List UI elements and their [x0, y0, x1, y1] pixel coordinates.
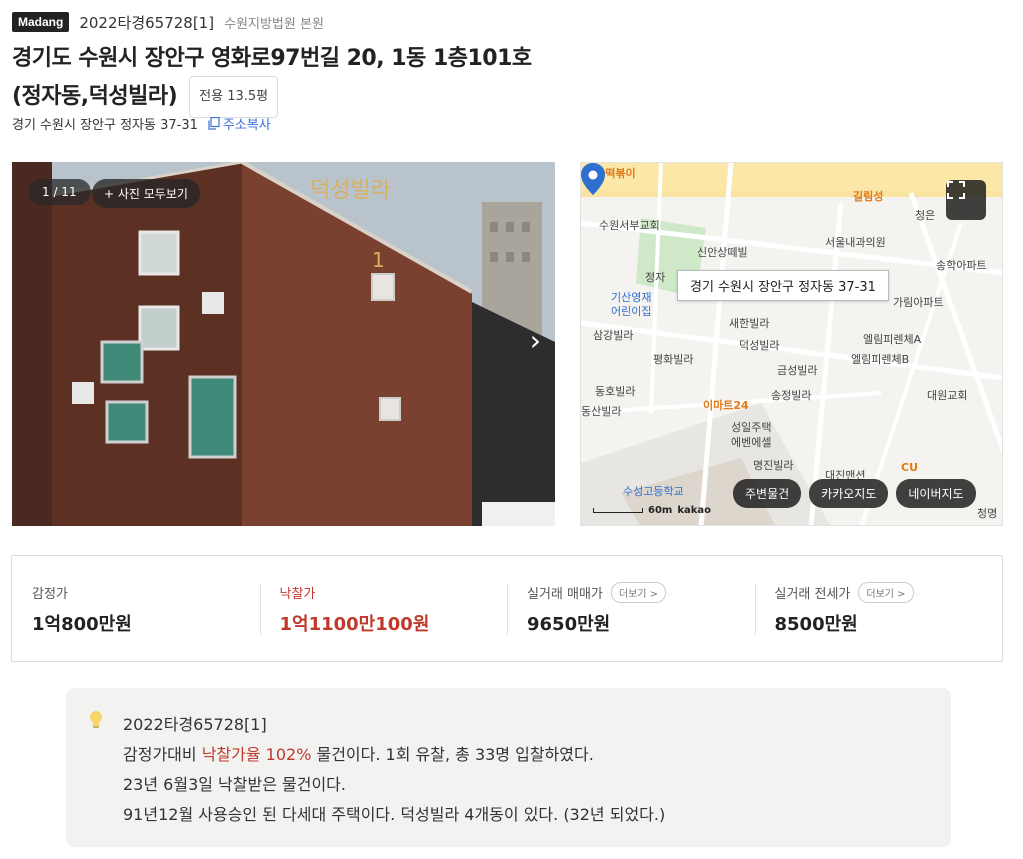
property-photo[interactable]: 덕성빌라 1 1 / 11 + 사진 모두보기 ›: [12, 162, 555, 526]
map-label-jeongja: 정자: [645, 271, 666, 284]
summary-line-1: 2022타경65728[1]: [123, 715, 267, 734]
map-label-emart24: 이마트24: [703, 399, 749, 412]
map-label-garim: 가림아파트: [893, 296, 944, 309]
summary-line-4: 91년12월 사용승인 된 다세대 주택이다. 덕성빌라 4개동이 있다. (3…: [123, 805, 666, 824]
case-number: 2022타경65728[1]: [79, 13, 215, 32]
actual-jeonse-value: 8500만원: [774, 614, 858, 635]
winning-bid-value: 1억1100만100원: [279, 614, 430, 635]
jeonse-more-button[interactable]: 더보기 >: [858, 581, 914, 603]
map-label-songhak: 송학아파트: [936, 259, 987, 272]
map-pin-icon: [581, 163, 605, 195]
winning-bid-label: 낙찰가: [279, 586, 316, 602]
map-label-geumseong: 금성빌라: [777, 364, 818, 377]
jibun-address: 경기 수원시 장안구 정자동 37-31: [12, 118, 198, 133]
map-button-group: 주변물건 카카오지도 네이버지도: [733, 479, 976, 508]
map-label-sinan: 신안상떼빌: [697, 246, 748, 259]
building-sign: 덕성빌라: [310, 178, 391, 203]
case-header: Madang 2022타경65728[1] 수원지방법원 본원: [12, 10, 324, 34]
map-label-dongsan: 동산빌라: [581, 405, 622, 418]
lightbulb-icon: [90, 711, 102, 728]
title-line-2-row: (정자동,덕성빌라) 전용 13.5평: [12, 76, 632, 118]
map-label-cheongeun: 청은: [915, 209, 936, 222]
actual-sale-value: 9650만원: [527, 614, 611, 635]
summary-text: 2022타경65728[1] 감정가대비 낙찰가율 102% 물건이다. 1회 …: [123, 710, 665, 830]
sale-more-button[interactable]: 더보기 >: [610, 581, 667, 603]
auction-summary-box: 2022타경65728[1] 감정가대비 낙찰가율 102% 물건이다. 1회 …: [66, 688, 951, 847]
next-photo-arrow-icon[interactable]: ›: [530, 327, 541, 355]
map-label-pyeonghwa: 평화빌라: [653, 353, 694, 366]
area-tag: 전용 13.5평: [189, 76, 279, 118]
winning-bid-price: 낙찰가 1억1100만100원: [259, 556, 508, 661]
bid-rate-highlight: 낙찰가율 102%: [201, 745, 312, 764]
building-sign-number: 1: [372, 248, 385, 272]
title-line-1: 경기도 수원시 장안구 영화로97번길 20, 1동 1층101호: [12, 46, 532, 71]
appraisal-value: 1억800만원: [32, 614, 132, 635]
naver-map-button[interactable]: 네이버지도: [896, 479, 976, 508]
copy-icon: [208, 116, 220, 130]
map-label-ellim-a: 엘림피렌체A: [863, 333, 922, 346]
expand-icon: [947, 181, 965, 199]
map-label-samgang: 삼강빌라: [593, 329, 634, 342]
map-label-saehan: 새한빌라: [729, 317, 770, 330]
map-label-suseong-high: 수성고등학교: [623, 485, 684, 498]
scale-bar: [593, 508, 643, 513]
map-label-cheongmyeong: 청명: [977, 507, 998, 520]
actual-jeonse-label: 실거래 전세가: [774, 586, 851, 602]
appraisal-label: 감정가: [32, 586, 68, 602]
nearby-items-button[interactable]: 주변물건: [733, 479, 802, 508]
court-name: 수원지방법원 본원: [224, 16, 324, 32]
summary-line-2-pre: 감정가대비: [123, 745, 202, 764]
summary-line-3: 23년 6월3일 낙찰받은 물건이다.: [123, 775, 346, 794]
copy-address-label: 주소복사: [222, 118, 271, 133]
map-address-callout: 경기 수원시 장안구 정자동 37-31: [677, 270, 889, 301]
map-label-gilrimseong: 길림성: [853, 190, 884, 203]
map-label-cu: CU: [901, 461, 919, 474]
actual-sale-label: 실거래 매매가: [527, 586, 603, 602]
map-label-kisan-2: 어린이집: [611, 305, 652, 318]
map-label-dongho: 동호빌라: [595, 385, 636, 398]
summary-line-2-post: 물건이다. 1회 유찰, 총 33명 입찰하였다.: [311, 745, 594, 764]
map-label-songjeong: 송정빌라: [771, 389, 812, 402]
building-image: 덕성빌라 1: [12, 162, 555, 526]
appraisal-price: 감정가 1억800만원: [12, 556, 260, 661]
actual-jeonse-price: 실거래 전세가 더보기 > 8500만원: [754, 556, 1003, 661]
map-label-ellim-b: 엘림피렌체B: [851, 353, 910, 366]
map-scale: 60m kakao: [593, 505, 711, 516]
map-label-seongil-2: 에벤에셀: [731, 436, 772, 449]
kakao-map-button[interactable]: 카카오지도: [809, 479, 889, 508]
map-label-church: 수원서부교회: [599, 219, 660, 232]
summary-line-2: 감정가대비 낙찰가율 102% 물건이다. 1회 유찰, 총 33명 입찰하였다…: [123, 740, 665, 770]
brand-badge: Madang: [12, 12, 70, 32]
jibun-row: 경기 수원시 장안구 정자동 37-31 주소복사: [12, 114, 271, 133]
map-label-seongil-1: 성일주택: [731, 421, 772, 434]
photo-counter: 1 / 11: [28, 179, 91, 205]
map-label-seoul-clinic: 서울내과의원: [825, 236, 886, 249]
copy-address-button[interactable]: 주소복사: [208, 114, 271, 133]
map-expand-button[interactable]: [946, 180, 986, 220]
actual-sale-price: 실거래 매매가 더보기 > 9650만원: [507, 556, 755, 661]
view-all-photos-button[interactable]: + 사진 모두보기: [92, 179, 200, 208]
map-label-myeongjin: 명진빌라: [753, 459, 794, 472]
price-summary: 감정가 1억800만원 낙찰가 1억1100만100원 실거래 매매가 더보기 …: [11, 555, 1003, 662]
location-map[interactable]: 텔라떡볶이 길림성 청은 수원서부교회 신안상떼빌 서울내과의원 송학아파트 정…: [580, 162, 1003, 526]
scale-label: 60m: [648, 505, 673, 516]
page-title: 경기도 수원시 장안구 영화로97번길 20, 1동 1층101호 (정자동,덕…: [12, 42, 632, 118]
map-label-deokseong: 덕성빌라: [739, 339, 780, 352]
map-label-daewon: 대원교회: [927, 389, 968, 402]
title-line-2: (정자동,덕성빌라): [12, 84, 178, 109]
map-provider-logo: kakao: [677, 505, 712, 516]
